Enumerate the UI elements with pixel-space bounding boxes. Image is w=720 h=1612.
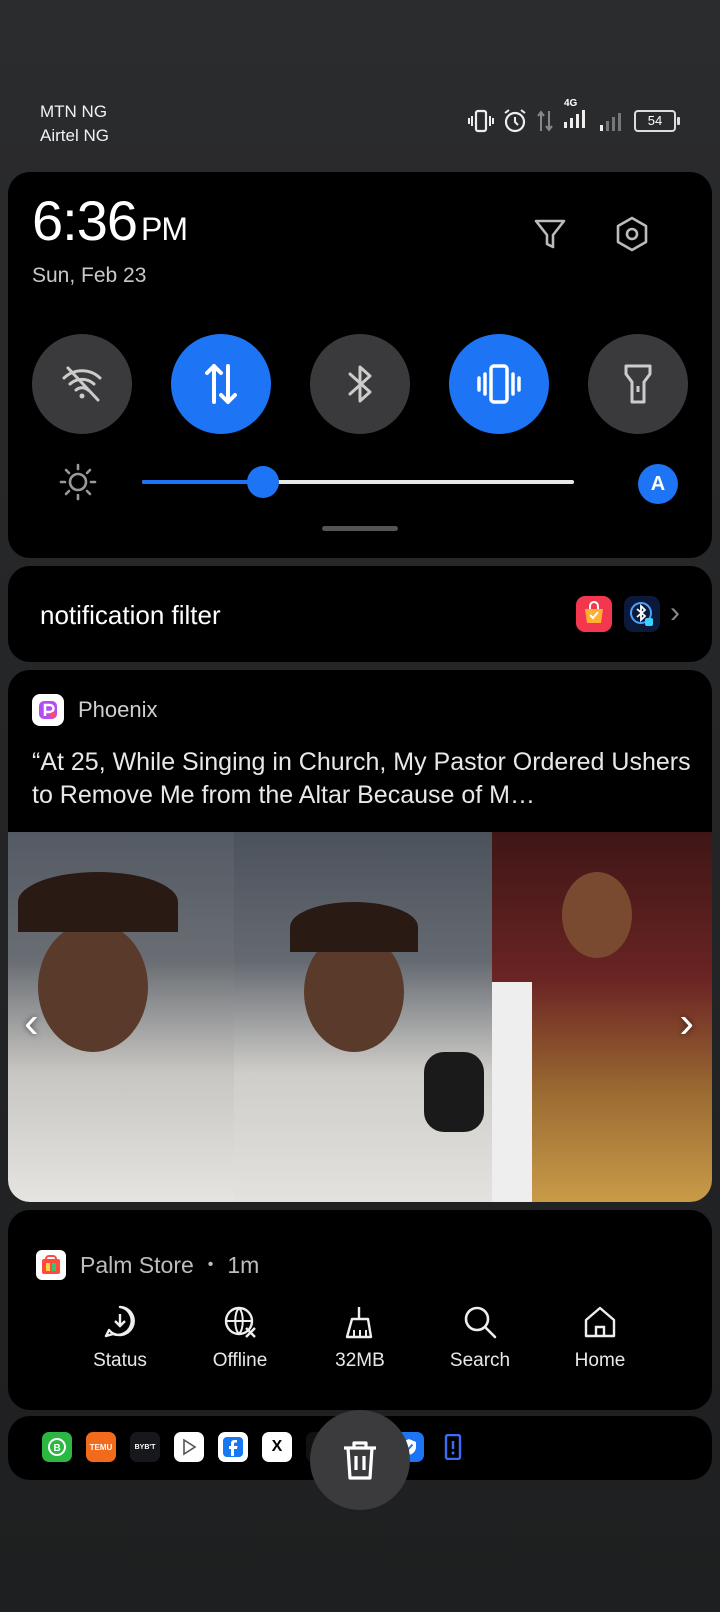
- brightness-thumb[interactable]: [246, 466, 279, 498]
- x-icon: X: [262, 1432, 292, 1462]
- brightness-fill: [142, 480, 263, 484]
- signal-icon: [564, 110, 585, 128]
- signal-4g: 4G: [562, 98, 590, 135]
- action-home-label: Home: [574, 1350, 626, 1371]
- svg-text:B: B: [54, 1443, 61, 1454]
- temu-icon: TEMU: [86, 1432, 116, 1462]
- hair: [18, 872, 178, 932]
- tile-mobile-data[interactable]: [171, 334, 271, 434]
- phone-alert-icon: [438, 1432, 468, 1462]
- x-label: X: [271, 1438, 283, 1455]
- data-arrows-icon: [537, 109, 553, 132]
- bybit-label: BYB'T: [134, 1443, 156, 1451]
- prev-arrow-icon[interactable]: ‹: [24, 998, 39, 1048]
- tile-flashlight[interactable]: [588, 334, 688, 434]
- hair: [290, 902, 418, 952]
- bluetooth-badge-icon: [624, 596, 660, 632]
- battery-indicator: 54: [634, 109, 680, 132]
- action-home[interactable]: Home: [540, 1304, 660, 1372]
- person-face: [562, 872, 632, 958]
- tile-bluetooth[interactable]: [310, 334, 410, 434]
- action-status[interactable]: Status: [60, 1304, 180, 1372]
- quick-settings-panel: 6:36 PM Sun, Feb 23 A: [8, 172, 712, 558]
- status-bar: MTN NG Airtel NG 4G 54: [0, 0, 720, 160]
- broom-icon: [345, 1307, 373, 1339]
- news-image-part-1: [8, 832, 234, 1202]
- quick-tiles: [32, 334, 688, 434]
- filtered-apps: [576, 596, 660, 632]
- expand-handle[interactable]: [322, 526, 398, 531]
- carriers: MTN NG Airtel NG: [40, 100, 109, 148]
- play-store-icon: [174, 1432, 204, 1462]
- bluetooth-icon: [348, 365, 372, 403]
- news-image-part-2: [234, 832, 492, 1202]
- phoenix-app-icon: [32, 694, 64, 726]
- palm-store-time: 1m: [227, 1251, 260, 1278]
- status-icons: 4G 54: [468, 98, 680, 135]
- clear-all-button[interactable]: [310, 1410, 410, 1510]
- person-face: [38, 922, 148, 1052]
- clock: 6:36 PM: [32, 188, 188, 253]
- flashlight-icon: [624, 364, 652, 404]
- action-clean-label: 32MB: [335, 1350, 385, 1371]
- brightness-slider[interactable]: [142, 466, 574, 498]
- battery-level: 54: [647, 113, 663, 128]
- phoenix-headline: “At 25, While Singing in Church, My Past…: [32, 748, 691, 809]
- action-search[interactable]: Search: [420, 1304, 540, 1372]
- chair: [492, 982, 532, 1202]
- data-arrows-icon: [205, 364, 237, 404]
- action-search-label: Search: [449, 1350, 511, 1371]
- action-offline-label: Offline: [212, 1350, 268, 1371]
- next-arrow-icon[interactable]: ›: [679, 998, 694, 1048]
- whatsapp-business-icon: B: [42, 1432, 72, 1462]
- brightness-icon: [59, 463, 97, 501]
- tile-wifi[interactable]: [32, 334, 132, 434]
- wifi-off-icon: [62, 366, 102, 402]
- auto-brightness-button[interactable]: A: [638, 464, 678, 504]
- facebook-icon: [218, 1432, 248, 1462]
- clock-time: 6:36: [32, 189, 138, 252]
- globe-off-icon: [224, 1306, 256, 1338]
- date: Sun, Feb 23: [32, 264, 147, 287]
- clock-ampm: PM: [141, 211, 188, 247]
- phoenix-news-image: ‹ ›: [8, 832, 712, 1202]
- temu-shop-icon: [576, 596, 612, 632]
- alarm-icon: [504, 108, 526, 132]
- phoenix-notification[interactable]: Phoenix “At 25, While Singing in Church,…: [8, 670, 712, 1202]
- phoenix-app-name: Phoenix: [78, 697, 158, 722]
- separator-dot: •: [207, 1256, 214, 1273]
- palm-store-header: Palm Store • 1m: [36, 1250, 259, 1280]
- signal-icon-2: [600, 112, 621, 131]
- search-icon: [464, 1306, 497, 1339]
- action-offline[interactable]: Offline: [180, 1304, 300, 1372]
- settings-icon[interactable]: [610, 212, 654, 256]
- tile-vibrate[interactable]: [449, 334, 549, 434]
- action-status-label: Status: [93, 1350, 147, 1371]
- bybit-icon: BYB'T: [130, 1432, 160, 1462]
- download-chat-icon: [104, 1305, 135, 1338]
- phoenix-header: Phoenix: [32, 694, 158, 726]
- palm-store-app-icon: [36, 1250, 66, 1280]
- action-clean[interactable]: 32MB: [300, 1304, 420, 1372]
- notification-filter-label: notification filter: [40, 600, 221, 630]
- home-icon: [584, 1306, 616, 1338]
- chevron-right-icon[interactable]: ›: [670, 596, 680, 630]
- brightness-control: A: [58, 462, 678, 504]
- network-type: 4G: [564, 98, 578, 109]
- trash-icon: [344, 1441, 376, 1480]
- filter-icon[interactable]: [528, 212, 572, 256]
- palm-store-notification[interactable]: Palm Store • 1m Status Offline 32MB Sear…: [8, 1210, 712, 1410]
- notification-filter-card[interactable]: notification filter ›: [8, 566, 712, 662]
- palm-store-actions: Status Offline 32MB Search Home: [60, 1304, 660, 1372]
- carrier-2: Airtel NG: [40, 126, 109, 145]
- temu-label: TEMU: [89, 1442, 113, 1452]
- microphone: [424, 1052, 484, 1132]
- vibrate-icon: [477, 364, 521, 404]
- carrier-1: MTN NG: [40, 102, 108, 121]
- vibrate-icon: [468, 109, 494, 132]
- palm-store-app-name: Palm Store: [80, 1251, 194, 1278]
